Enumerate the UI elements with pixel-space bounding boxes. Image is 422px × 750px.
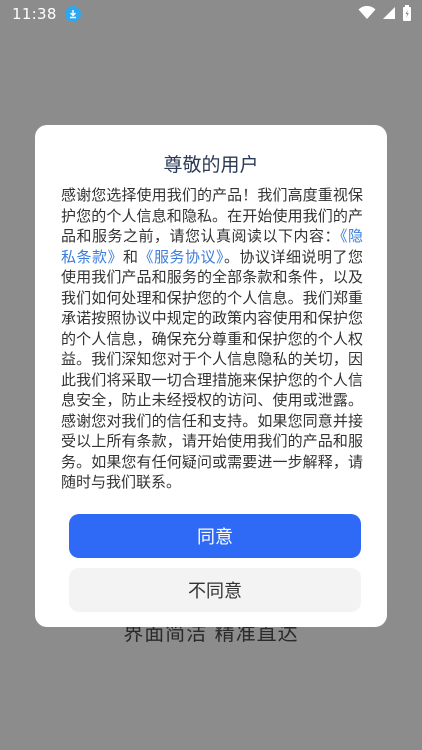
signal-icon — [382, 6, 396, 24]
dialog-title: 尊敬的用户 — [163, 154, 259, 176]
status-time: 11:38 — [12, 5, 57, 23]
battery-icon — [402, 5, 412, 25]
body-connector: 和 — [123, 247, 139, 266]
dialog-body: 感谢您选择使用我们的产品！我们高度重视保护您的个人信息和隐私。在开始使用我们的产… — [61, 185, 363, 493]
download-icon — [64, 6, 81, 22]
agree-button[interactable]: 同意 — [69, 514, 361, 558]
service-agreement-link[interactable]: 《服务协议》 — [139, 248, 224, 266]
disagree-button[interactable]: 不同意 — [69, 568, 361, 612]
privacy-dialog: 尊敬的用户 感谢您选择使用我们的产品！我们高度重视保护您的个人信息和隐私。在开始… — [35, 125, 387, 627]
wifi-icon — [358, 5, 376, 24]
status-bar: 11:38 — [0, 0, 422, 28]
body-intro: 感谢您选择使用我们的产品！我们高度重视保护您的个人信息和隐私。在开始使用我们的产… — [61, 186, 363, 245]
body-rest: 。协议详细说明了您使用我们产品和服务的全部条款和条件，以及我们如何处理和保护您的… — [61, 247, 363, 492]
